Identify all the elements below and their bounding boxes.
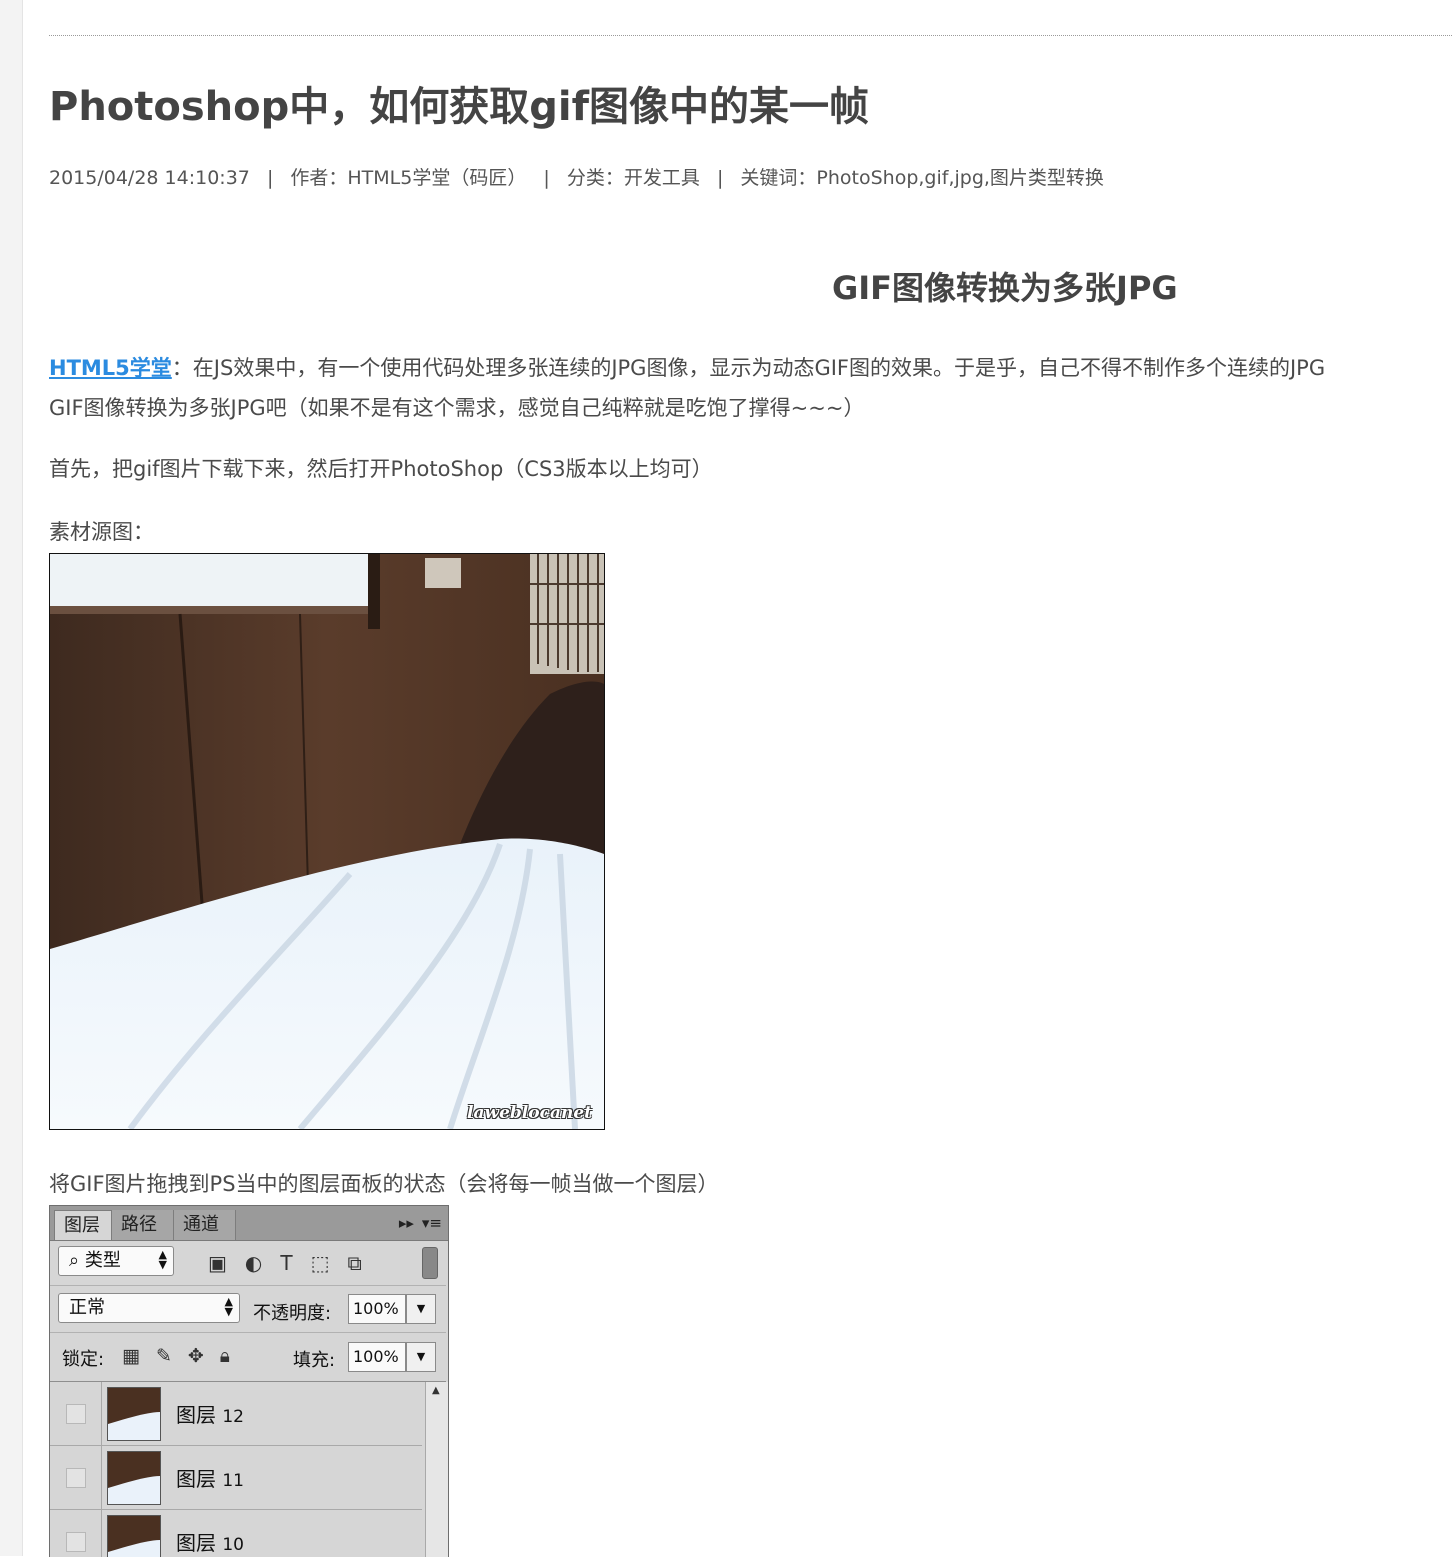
blend-mode-value: 正常 <box>69 1297 105 1318</box>
step-first-paragraph: 首先，把gif图片下载下来，然后打开PhotoShop（CS3版本以上均可） <box>49 457 713 481</box>
opacity-input[interactable]: 100% <box>348 1294 406 1324</box>
double-arrow-icon[interactable]: ▸▸ <box>399 1214 414 1232</box>
post-datetime: 2015/04/28 14:10:37 <box>49 167 250 189</box>
meta-separator: | <box>543 167 550 189</box>
tab-channels[interactable]: 通道 <box>174 1210 236 1240</box>
select-arrows-icon: ▲ ▼ <box>224 1295 233 1318</box>
meta-separator: | <box>716 167 724 189</box>
tab-layers[interactable]: 图层 <box>54 1210 112 1240</box>
layer-name: 图层 12 <box>176 1403 244 1427</box>
layer-row[interactable]: 图层 11 <box>50 1446 422 1510</box>
filter-toggle-switch[interactable] <box>422 1247 438 1279</box>
kind-filter-value: 类型 <box>84 1250 121 1271</box>
lock-paint-icon[interactable]: ✎ <box>156 1345 172 1367</box>
photoshop-layers-panel: 图层 路径 通道 ▸▸ ▾≡ ⌕ 类型 ▲ ▼ ▣ ◐ T ⬚ ⧉ 正常 ▲ ▼ 不… <box>49 1205 449 1557</box>
category-link[interactable]: 开发工具 <box>624 167 700 189</box>
lock-row: 锁定: ▦ ✎ ✥ 🔒︎ 填充: 100% ▼ <box>50 1333 446 1382</box>
left-sidebar-rail <box>0 0 23 1556</box>
image-filter-icon[interactable]: ▣ <box>208 1251 227 1275</box>
tab-paths[interactable]: 路径 <box>112 1210 174 1240</box>
layer-list-scrollbar[interactable]: ▲ <box>425 1382 448 1557</box>
intro-paragraph-line1: HTML5学堂：在JS效果中，有一个使用代码处理多张连续的JPG图像，显示为动态… <box>49 352 1325 382</box>
visibility-toggle[interactable] <box>66 1404 86 1424</box>
panel-tab-bar: 图层 路径 通道 ▸▸ ▾≡ <box>50 1206 448 1241</box>
meta-separator: | <box>266 167 274 189</box>
smart-object-filter-icon[interactable]: ⧉ <box>347 1251 361 1275</box>
search-icon: ⌕ <box>69 1250 80 1271</box>
layer-name: 图层 11 <box>176 1467 244 1491</box>
lock-icons: ▦ ✎ ✥ 🔒︎ <box>122 1345 230 1367</box>
fill-dropdown-button[interactable]: ▼ <box>406 1342 436 1372</box>
article-meta: 2015/04/28 14:10:37 | 作者：HTML5学堂（码匠） | 分… <box>49 163 1104 190</box>
layer-thumbnail <box>107 1451 161 1505</box>
shape-filter-icon[interactable]: ⬚ <box>311 1251 330 1275</box>
layer-row[interactable]: 图层 12 <box>50 1382 422 1446</box>
category-label: 分类： <box>566 167 624 189</box>
blend-row: 正常 ▲ ▼ 不透明度: 100% ▼ <box>50 1286 446 1333</box>
opacity-dropdown-button[interactable]: ▼ <box>406 1294 436 1324</box>
source-image-label: 素材源图： <box>49 520 154 544</box>
layer-name: 图层 10 <box>176 1531 244 1555</box>
kind-filter-select[interactable]: ⌕ 类型 ▲ ▼ <box>58 1246 174 1276</box>
layer-list: 图层 12 图层 11 图层 10 <box>50 1382 446 1557</box>
opacity-label: 不透明度: <box>253 1303 332 1324</box>
type-filter-icon[interactable]: T <box>280 1251 292 1275</box>
post-author: 作者：HTML5学堂（码匠） <box>290 167 527 189</box>
panel-menu-icon[interactable]: ▾≡ <box>422 1214 442 1232</box>
source-photo-illustration <box>50 554 604 1129</box>
source-gif-image: laweblocanet <box>49 553 605 1130</box>
lock-label: 锁定: <box>62 1349 105 1370</box>
layer-thumbnail <box>107 1515 161 1557</box>
post-keywords: 关键词：PhotoShop,gif,jpg,图片类型转换 <box>740 167 1104 189</box>
panel-tab-controls: ▸▸ ▾≡ <box>399 1214 442 1232</box>
layer-row[interactable]: 图层 10 <box>50 1510 422 1557</box>
layer-thumbnail <box>107 1387 161 1441</box>
filter-icons: ▣ ◐ T ⬚ ⧉ <box>208 1251 362 1275</box>
intro-text: ：在JS效果中，有一个使用代码处理多张连续的JPG图像，显示为动态GIF图的效果… <box>171 356 1326 380</box>
blend-mode-select[interactable]: 正常 ▲ ▼ <box>58 1293 240 1323</box>
drag-caption: 将GIF图片拖拽到PS当中的图层面板的状态（会将每一帧当做一个图层） <box>49 1172 719 1196</box>
lock-all-icon[interactable]: 🔒︎ <box>220 1345 230 1367</box>
brand-link[interactable]: HTML5学堂 <box>49 356 172 380</box>
lock-move-icon[interactable]: ✥ <box>188 1345 204 1367</box>
section-heading: GIF图像转换为多张JPG <box>832 269 1178 307</box>
visibility-toggle[interactable] <box>66 1468 86 1488</box>
scroll-up-icon[interactable]: ▲ <box>432 1385 440 1396</box>
article-title: Photoshop中，如何获取gif图像中的某一帧 <box>49 84 870 130</box>
filter-row: ⌕ 类型 ▲ ▼ ▣ ◐ T ⬚ ⧉ <box>50 1241 446 1286</box>
top-divider <box>49 35 1452 36</box>
visibility-toggle[interactable] <box>66 1532 86 1552</box>
fill-input[interactable]: 100% <box>348 1342 406 1372</box>
lock-transparent-icon[interactable]: ▦ <box>122 1345 140 1367</box>
select-arrows-icon: ▲ ▼ <box>158 1248 167 1271</box>
image-watermark: laweblocanet <box>466 1103 592 1123</box>
fill-label: 填充: <box>293 1350 336 1371</box>
intro-paragraph-line2: GIF图像转换为多张JPG吧（如果不是有这个需求，感觉自己纯粹就是吃饱了撑得~~… <box>49 396 865 420</box>
adjustment-filter-icon[interactable]: ◐ <box>245 1251 262 1275</box>
